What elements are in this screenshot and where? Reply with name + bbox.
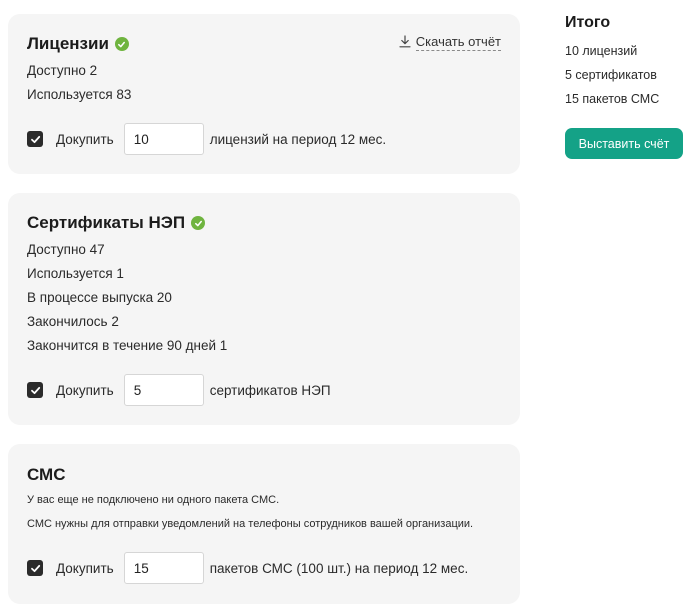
sms-title-row: СМС bbox=[27, 465, 66, 485]
download-report-label: Скачать отчёт bbox=[415, 34, 501, 51]
summary-line-licenses: 10 лицензий bbox=[565, 44, 638, 58]
sms-title: СМС bbox=[27, 465, 66, 484]
sms-note-2: СМС нужны для отправки уведомлений на те… bbox=[27, 518, 474, 530]
summary-title: Итого bbox=[565, 14, 611, 31]
licenses-title-row: Лицензии bbox=[27, 34, 129, 54]
certificates-expired: Закончилось 2 bbox=[27, 314, 119, 329]
certificates-expiring: Закончится в течение 90 дней 1 bbox=[27, 338, 228, 353]
certificates-buy-label: Докупить bbox=[56, 382, 114, 398]
checkmark-icon bbox=[30, 564, 40, 572]
certificates-buy-row: Докупить сертификатов НЭП bbox=[27, 374, 331, 406]
check-circle-icon bbox=[191, 216, 206, 230]
licenses-available: Доступно 2 bbox=[27, 63, 98, 78]
licenses-buy-checkbox[interactable] bbox=[27, 131, 43, 147]
certificates-in-progress: В процессе выпуска 20 bbox=[27, 290, 172, 305]
certificates-title-row: Сертификаты НЭП bbox=[27, 213, 206, 233]
checkmark-icon bbox=[30, 386, 40, 394]
licenses-buy-suffix: лицензий на период 12 мес. bbox=[209, 131, 387, 147]
summary-line-certificates: 5 сертификатов bbox=[565, 68, 657, 82]
summary-panel: Итого 10 лицензий 5 сертификатов 15 паке… bbox=[565, 14, 685, 159]
licenses-used: Используется 83 bbox=[27, 87, 132, 102]
issue-invoice-button[interactable]: Выставить счёт bbox=[565, 128, 683, 159]
sms-card: СМС У вас еще не подключено ни одного па… bbox=[8, 444, 520, 604]
download-report-link[interactable]: Скачать отчёт bbox=[399, 34, 501, 51]
licenses-quantity-input[interactable] bbox=[123, 123, 204, 155]
download-icon bbox=[399, 34, 411, 51]
sms-buy-suffix: пакетов СМС (100 шт.) на период 12 мес. bbox=[209, 560, 469, 576]
sms-buy-row: Докупить пакетов СМС (100 шт.) на период… bbox=[27, 552, 468, 584]
check-circle-icon bbox=[114, 37, 129, 51]
licenses-buy-row: Докупить лицензий на период 12 мес. bbox=[27, 123, 386, 155]
checkmark-icon bbox=[30, 135, 40, 143]
sms-quantity-input[interactable] bbox=[123, 552, 204, 584]
sms-buy-label: Докупить bbox=[56, 560, 114, 576]
certificates-used: Используется 1 bbox=[27, 266, 124, 281]
certificates-quantity-input[interactable] bbox=[123, 374, 204, 406]
sms-note-1: У вас еще не подключено ни одного пакета… bbox=[27, 494, 280, 506]
certificates-available: Доступно 47 bbox=[27, 242, 105, 257]
certificates-buy-suffix: сертификатов НЭП bbox=[209, 382, 331, 398]
summary-line-sms: 15 пакетов СМС bbox=[565, 92, 660, 106]
sms-buy-checkbox[interactable] bbox=[27, 560, 43, 576]
certificates-title: Сертификаты НЭП bbox=[27, 213, 186, 232]
certificates-buy-checkbox[interactable] bbox=[27, 382, 43, 398]
licenses-title: Лицензии bbox=[27, 34, 109, 53]
licenses-buy-label: Докупить bbox=[56, 131, 114, 147]
certificates-card: Сертификаты НЭП Доступно 47 Используется… bbox=[8, 193, 520, 425]
licenses-card: Лицензии Скачать отчёт Доступно 2 Исполь… bbox=[8, 14, 520, 174]
